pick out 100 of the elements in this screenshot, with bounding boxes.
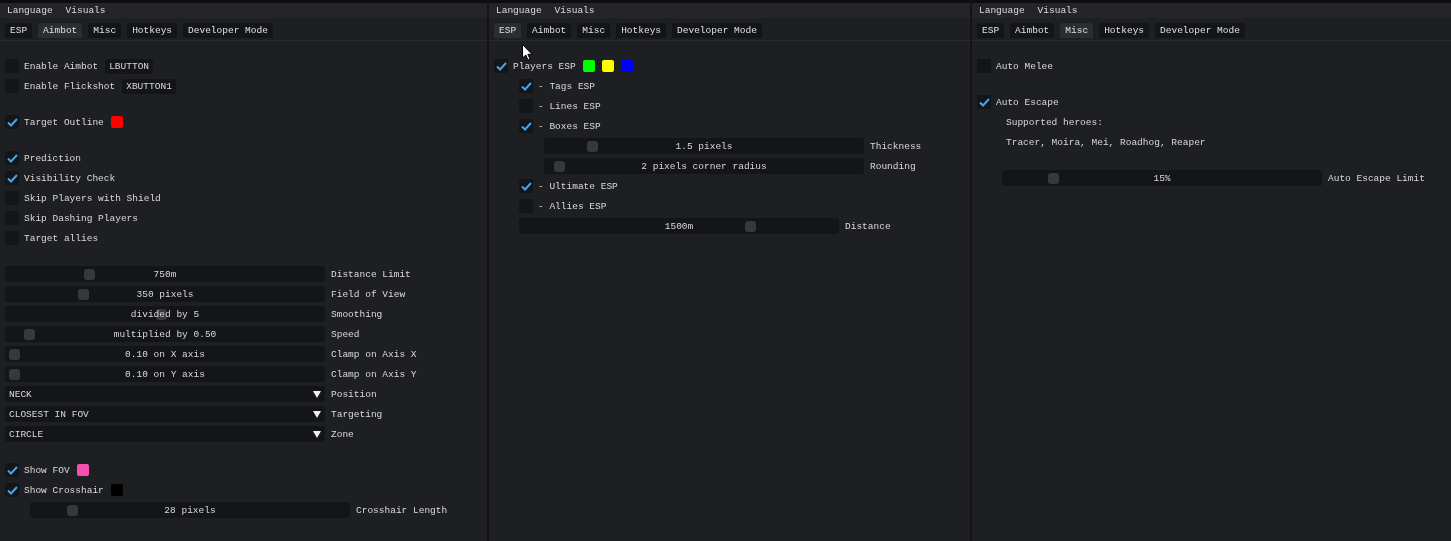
cursor-icon xyxy=(522,44,533,61)
slider-label: Clamp on Axis X xyxy=(331,348,417,360)
tab[interactable]: Misc xyxy=(1060,23,1094,38)
slider-label: Field of View xyxy=(331,288,406,300)
checkbox[interactable] xyxy=(5,483,19,497)
dropdown-label: Position xyxy=(331,388,377,400)
dropdown-label: Targeting xyxy=(331,408,383,420)
menu-item[interactable]: Language xyxy=(979,5,1025,16)
checkbox[interactable] xyxy=(519,179,533,193)
checkbox-label: Enable Aimbot xyxy=(24,60,99,72)
slider-thumb[interactable] xyxy=(9,349,20,360)
slider-thumb[interactable] xyxy=(1048,173,1059,184)
checkbox[interactable] xyxy=(5,115,19,129)
slider[interactable]: divided by 5 xyxy=(5,306,325,322)
slider-label: Smoothing xyxy=(331,308,383,320)
slider-thumb[interactable] xyxy=(78,289,89,300)
slider-label: Distance xyxy=(845,220,891,232)
menu-item[interactable]: Language xyxy=(496,5,542,16)
slider[interactable]: 2 pixels corner radius xyxy=(544,158,864,174)
caret-icon xyxy=(313,430,321,438)
dropdown[interactable]: CLOSEST IN FOV xyxy=(5,406,325,422)
menu-item[interactable]: Visuals xyxy=(1037,5,1078,16)
slider-label: Distance Limit xyxy=(331,268,411,280)
menu-item[interactable]: Visuals xyxy=(65,5,106,16)
checkbox-label: Show FOV xyxy=(24,464,70,476)
tab[interactable]: ESP xyxy=(5,23,33,38)
slider-thumb[interactable] xyxy=(84,269,95,280)
slider-label: Crosshair Length xyxy=(356,504,448,516)
color-swatch[interactable] xyxy=(76,464,89,476)
slider[interactable]: 0.10 on Y axis xyxy=(5,366,325,382)
checkbox-label: - Lines ESP xyxy=(538,100,601,112)
slider[interactable]: 15% xyxy=(1002,170,1322,186)
caret-icon xyxy=(313,390,321,398)
caret-icon xyxy=(313,410,321,418)
slider[interactable]: 28 pixels xyxy=(30,502,350,518)
checkbox-label: Auto Melee xyxy=(996,60,1053,72)
color-swatch[interactable] xyxy=(582,60,595,72)
dropdown[interactable]: CIRCLE xyxy=(5,426,325,442)
slider-thumb[interactable] xyxy=(24,329,35,340)
checkbox[interactable] xyxy=(494,59,508,73)
checkbox-label: Enable Flickshot xyxy=(24,80,116,92)
checkbox[interactable] xyxy=(5,171,19,185)
slider[interactable]: 750m xyxy=(5,266,325,282)
checkbox-label: Show Crosshair xyxy=(24,484,104,496)
slider-label: Speed xyxy=(331,328,360,340)
tab[interactable]: Developer Mode xyxy=(1155,23,1245,38)
slider-thumb[interactable] xyxy=(554,161,565,172)
checkbox[interactable] xyxy=(977,95,991,109)
tab[interactable]: Developer Mode xyxy=(672,23,762,38)
slider[interactable]: 0.10 on X axis xyxy=(5,346,325,362)
tab[interactable]: Aimbot xyxy=(527,23,572,38)
menu-item[interactable]: Visuals xyxy=(554,5,595,16)
tab[interactable]: Aimbot xyxy=(1010,23,1055,38)
hotkey-button[interactable]: LBUTTON xyxy=(105,58,154,74)
checkbox[interactable] xyxy=(519,119,533,133)
slider[interactable]: 1500m xyxy=(519,218,839,234)
dropdown-label: Zone xyxy=(331,428,354,440)
tab[interactable]: ESP xyxy=(977,23,1005,38)
tab[interactable]: Misc xyxy=(577,23,611,38)
slider[interactable]: multiplied by 0.50 xyxy=(5,326,325,342)
dropdown[interactable]: NECK xyxy=(5,386,325,402)
tab[interactable]: Hotkeys xyxy=(616,23,667,38)
info-text: Tracer, Moira, Mei, Roadhog, Reaper xyxy=(1005,136,1206,148)
slider[interactable]: 1.5 pixels xyxy=(544,138,864,154)
tab[interactable]: ESP xyxy=(494,23,522,38)
tab[interactable]: Developer Mode xyxy=(183,23,273,38)
checkbox-label: Target Outline xyxy=(24,116,104,128)
checkbox-label: Prediction xyxy=(24,152,81,164)
checkbox-label: - Ultimate ESP xyxy=(538,180,618,192)
checkbox-label: Skip Dashing Players xyxy=(24,212,139,224)
slider-label: Clamp on Axis Y xyxy=(331,368,417,380)
checkbox[interactable] xyxy=(519,79,533,93)
slider-label: Thickness xyxy=(870,140,922,152)
tab[interactable]: Aimbot xyxy=(38,23,83,38)
color-swatch[interactable] xyxy=(110,116,123,128)
slider-thumb[interactable] xyxy=(587,141,598,152)
hotkey-button[interactable]: XBUTTON1 xyxy=(122,78,176,94)
tab[interactable]: Hotkeys xyxy=(1099,23,1150,38)
checkbox-label: - Boxes ESP xyxy=(538,120,601,132)
info-text: Supported heroes: xyxy=(1005,116,1103,128)
checkbox[interactable] xyxy=(5,463,19,477)
checkbox-label: Skip Players with Shield xyxy=(24,192,161,204)
slider-label: Rounding xyxy=(870,160,916,172)
color-swatch[interactable] xyxy=(601,60,614,72)
checkbox[interactable] xyxy=(5,151,19,165)
slider-thumb[interactable] xyxy=(67,505,78,516)
checkbox-label: Auto Escape xyxy=(996,96,1059,108)
color-swatch[interactable] xyxy=(620,60,633,72)
checkbox-label: Players ESP xyxy=(513,60,576,72)
slider[interactable]: 350 pixels xyxy=(5,286,325,302)
checkbox-label: Target allies xyxy=(24,232,99,244)
tab[interactable]: Hotkeys xyxy=(127,23,178,38)
slider-thumb[interactable] xyxy=(745,221,756,232)
tab[interactable]: Misc xyxy=(88,23,122,38)
menu-item[interactable]: Language xyxy=(7,5,53,16)
checkbox-label: Visibility Check xyxy=(24,172,116,184)
slider-label: Auto Escape Limit xyxy=(1328,172,1425,184)
slider-thumb[interactable] xyxy=(9,369,20,380)
checkbox-label: - Tags ESP xyxy=(538,80,595,92)
color-swatch[interactable] xyxy=(110,484,123,496)
